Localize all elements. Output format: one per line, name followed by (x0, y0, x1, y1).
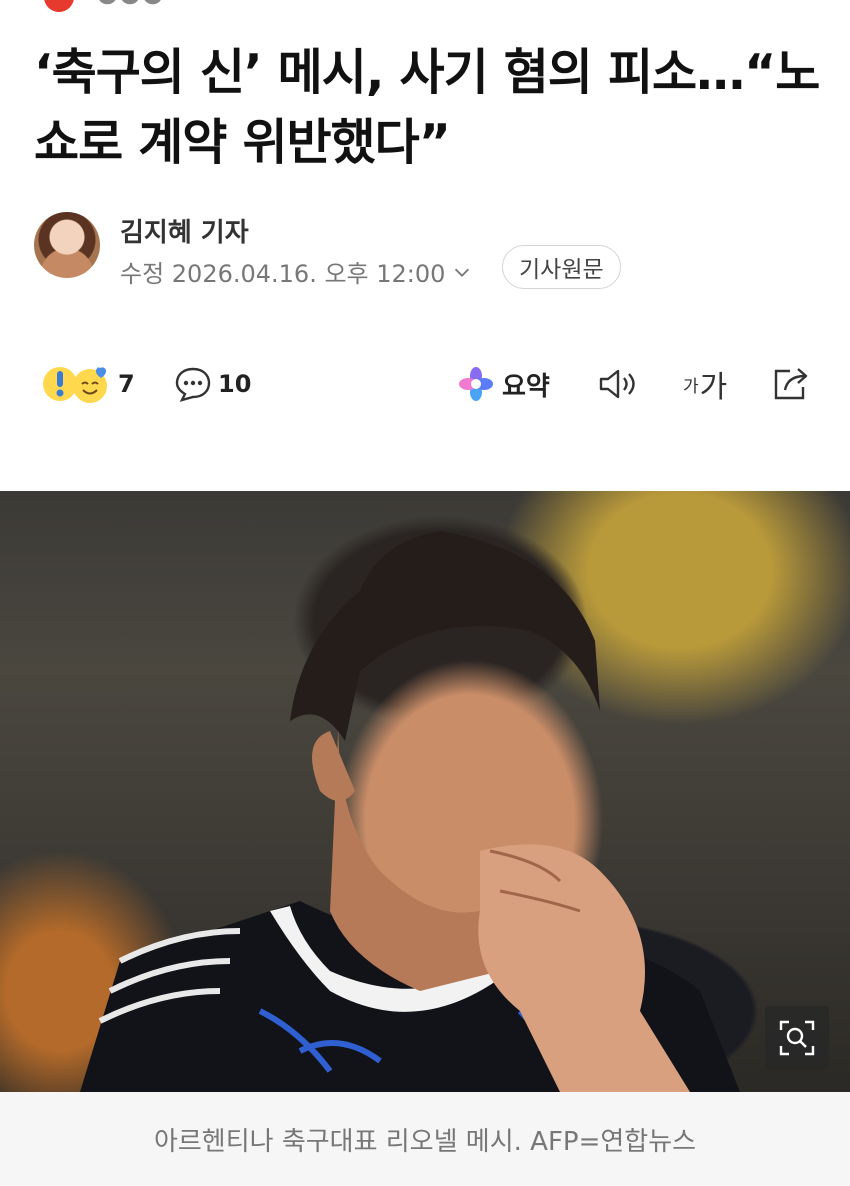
photo-zoom-button[interactable] (765, 1006, 829, 1070)
chevron-down-icon (455, 268, 470, 277)
press-logo-icon[interactable] (44, 0, 74, 12)
photo-caption: 아르헨티나 축구대표 리오넬 메시. AFP=연합뉴스 (0, 1092, 850, 1186)
comment-icon (175, 367, 211, 402)
reporter-avatar[interactable] (34, 212, 100, 278)
summary-label: 요약 (502, 371, 550, 402)
summary-button[interactable]: 요약 (458, 356, 550, 412)
font-small-glyph: 가 (683, 376, 699, 397)
reaction-count: 7 (118, 370, 135, 398)
article-toolbar: 7 10 요약 가 가 (0, 356, 850, 412)
font-size-button[interactable]: 가 가 (683, 356, 727, 412)
press-name[interactable]: ●●● (96, 0, 164, 8)
speaker-icon (599, 369, 635, 399)
reaction-emoji-icon (43, 367, 107, 403)
share-button[interactable] (770, 356, 812, 412)
font-large-glyph: 가 (699, 370, 728, 405)
share-icon (774, 368, 808, 400)
reporter-name[interactable]: 김지혜 기자 (120, 212, 249, 249)
comment-button[interactable]: 10 (174, 356, 251, 412)
photo-illustration (80, 531, 740, 1092)
article-photo[interactable] (0, 491, 850, 1092)
date-text: 수정 2026.04.16. 오후 12:00 (120, 260, 446, 288)
reaction-button[interactable]: 7 (40, 356, 135, 412)
article-headline: ‘축구의 신’ 메시, 사기 혐의 피소…“노쇼로 계약 위반했다” (34, 44, 820, 171)
comment-count: 10 (218, 370, 252, 398)
magnify-icon (779, 1020, 815, 1056)
text-to-speech-button[interactable] (596, 356, 640, 412)
ai-summary-icon (459, 367, 493, 401)
article-date[interactable]: 수정 2026.04.16. 오후 12:00 (120, 254, 473, 289)
original-article-button[interactable]: 기사원문 (502, 245, 621, 289)
